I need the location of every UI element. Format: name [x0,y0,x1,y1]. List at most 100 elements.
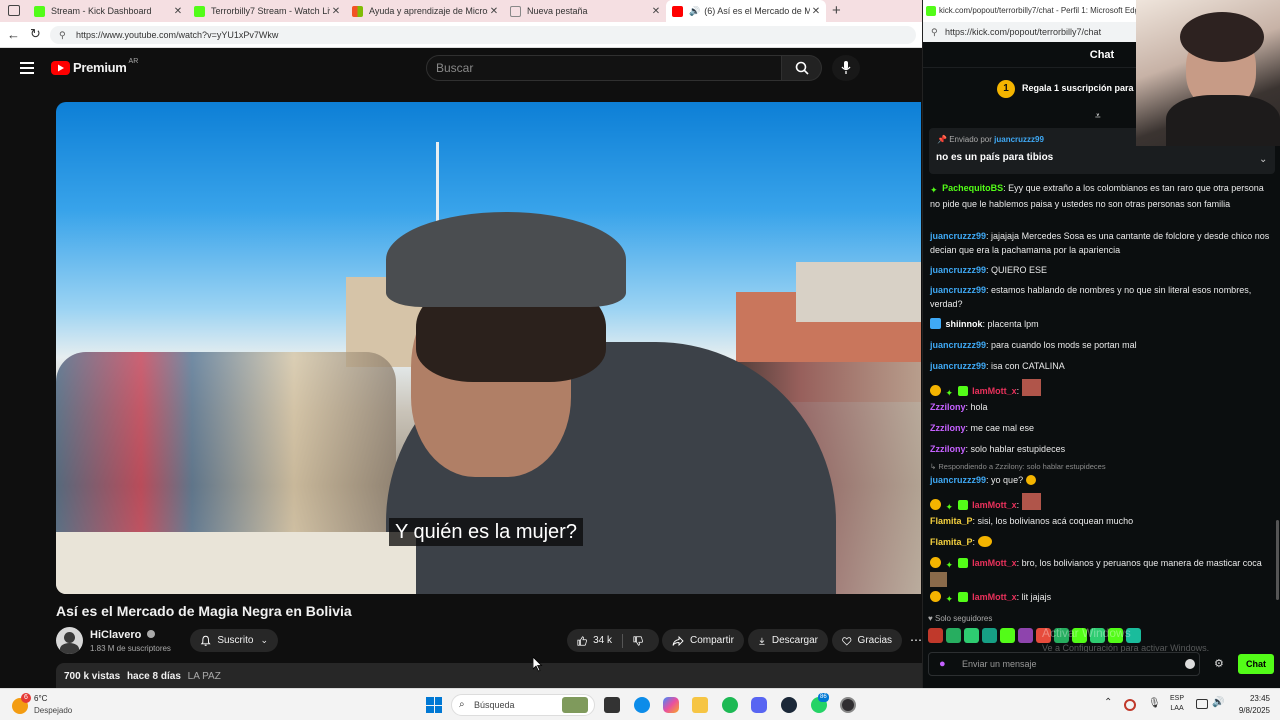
chat-message[interactable]: Zzzilony: hola [930,400,1270,414]
display-icon[interactable] [1196,699,1208,709]
chat-message[interactable]: juancruzzz99: estamos hablando de nombre… [930,283,1270,311]
location-tag[interactable]: LA PAZ [188,671,221,682]
emote-button[interactable] [1018,628,1033,643]
share-button[interactable]: Compartir [662,629,744,652]
thanks-button[interactable]: Gracias [832,629,902,652]
chat-username[interactable]: Flamita_P [930,516,973,526]
search-button[interactable] [782,55,822,81]
tab-new-tab[interactable]: Nueva pestaña ✕ [504,0,666,22]
thumbs-down-icon[interactable] [633,635,643,647]
tab-actions-icon[interactable] [8,5,20,16]
menu-icon[interactable] [20,62,34,74]
chat-username[interactable]: IamMott_x [972,592,1017,602]
chevron-down-icon[interactable]: ⌄ [1259,154,1267,165]
emote-button[interactable] [946,628,961,643]
url-field[interactable]: ⚲ https://www.youtube.com/watch?v=yYU1xP… [50,26,916,44]
download-button[interactable]: Descargar [748,629,828,652]
chat-username[interactable]: shiinnok [946,319,983,329]
tab-terrorbilly-stream[interactable]: Terrorbilly7 Stream - Watch Live o ✕ [188,0,346,22]
taskbar-search[interactable]: ⌕ Búsqueda [451,694,595,716]
tab-youtube-video[interactable]: 🔊 (6) Así es el Mercado de Mag ✕ [666,0,826,22]
discord-icon[interactable] [751,697,767,713]
emote-button[interactable] [928,628,943,643]
chat-message[interactable]: shiinnok: placenta lpm [930,317,1270,331]
audio-playing-icon[interactable]: 🔊 [689,6,700,17]
chat-username[interactable]: Zzzilony [930,423,966,433]
chat-message[interactable]: ✦ IamMott_x: lit jajajs [930,590,1270,606]
chat-message[interactable]: ✦ IamMott_x: bro, los bolivianos y perua… [930,556,1270,589]
clock-date[interactable]: 9/8/2025 [1226,706,1270,715]
close-icon[interactable]: ✕ [810,6,822,17]
more-actions-icon[interactable]: ⋯ [910,633,922,647]
chat-message[interactable]: Zzzilony: me cae mal ese [930,421,1270,435]
channel-name[interactable]: HiClavero [90,629,156,641]
scroll-down-icon[interactable]: ⩡ [1095,111,1101,122]
chat-username[interactable]: juancruzzz99 [930,475,986,485]
chat-message[interactable]: juancruzzz99: yo que? [930,473,1270,487]
chat-settings-icon[interactable]: ⚙ [1214,657,1224,670]
chat-send-button[interactable]: Chat [1238,654,1274,674]
like-button[interactable]: 34 k [567,629,659,652]
new-tab-button[interactable]: + [832,2,841,19]
chat-username[interactable]: Zzzilony [930,402,966,412]
chat-message[interactable]: juancruzzz99: QUIERO ESE [930,263,1270,277]
windows-start-icon[interactable] [426,697,442,713]
chat-message[interactable]: Zzzilony: solo hablar estupideces [930,442,1270,456]
obs-icon[interactable] [840,697,856,713]
chat-username[interactable]: Zzzilony [930,444,966,454]
chat-username[interactable]: PachequitoBS [942,183,1003,193]
edge-icon[interactable] [634,697,650,713]
tab-kick-dashboard[interactable]: Stream - Kick Dashboard ✕ [28,0,188,22]
close-icon[interactable]: ✕ [650,6,662,17]
task-view-icon[interactable] [604,697,620,713]
chat-message[interactable]: juancruzzz99: isa con CATALINA [930,359,1270,373]
tab-microsoft-help[interactable]: Ayuda y aprendizaje de Microsoft ✕ [346,0,504,22]
chat-scrollbar[interactable] [1276,520,1279,600]
voice-search-button[interactable] [832,55,860,81]
site-info-icon[interactable]: ⚲ [931,22,938,42]
microphone-icon[interactable]: ● [939,653,946,675]
chat-message-input[interactable]: ● Enviar un mensaje [928,652,1200,676]
chat-message[interactable]: Flamita_P: sisi, los bolivianos acá coqu… [930,514,1270,528]
emoji-icon[interactable] [1185,659,1195,669]
chat-username[interactable]: juancruzzz99 [930,265,986,275]
input-language[interactable]: ESP LAA [1170,694,1184,714]
emote-button[interactable] [982,628,997,643]
subscribed-button[interactable]: Suscrito ⌄ [190,629,278,652]
copilot-icon[interactable] [663,697,679,713]
chat-username[interactable]: IamMott_x [972,558,1017,568]
youtube-premium-logo[interactable]: Premium AR [51,58,138,75]
chat-username[interactable]: juancruzzz99 [930,231,986,241]
steam-icon[interactable] [781,697,797,713]
chat-username[interactable]: juancruzzz99 [930,285,986,295]
emote-button[interactable] [964,628,979,643]
close-icon[interactable]: ✕ [488,6,500,17]
file-explorer-icon[interactable] [692,697,708,713]
emote-button[interactable] [1000,628,1015,643]
speaker-icon[interactable]: 🔊 [1212,697,1224,708]
chevron-up-icon[interactable]: ⌃ [1104,697,1112,708]
chat-message[interactable]: ✦ PachequitoBS: Eyy que extraño a los co… [930,181,1270,211]
microphone-icon[interactable]: 🎙 [1148,698,1161,709]
site-info-icon[interactable]: ⚲ [59,26,66,44]
chat-message[interactable]: juancruzzz99: para cuando los mods se po… [930,338,1270,352]
channel-avatar[interactable] [56,627,83,654]
chat-message[interactable]: juancruzzz99: jajajaja Mercedes Sosa es … [930,229,1270,257]
chat-username[interactable]: IamMott_x [972,386,1017,396]
back-icon[interactable]: ← [7,27,20,42]
search-input[interactable]: Buscar [426,55,782,81]
app-tray-icon[interactable] [1124,699,1136,711]
chat-message[interactable]: ✦ IamMott_x: [930,493,1270,514]
chat-username[interactable]: Flamita_P [930,537,973,547]
chat-username[interactable]: juancruzzz99 [930,361,986,371]
refresh-icon[interactable]: ↻ [30,26,41,42]
close-icon[interactable]: ✕ [172,6,184,17]
clock-time[interactable]: 23:45 [1236,694,1270,703]
video-description[interactable]: 700 k vistas hace 8 días LA PAZ [56,663,922,688]
spotify-icon[interactable] [722,697,738,713]
close-icon[interactable]: ✕ [330,6,342,17]
chat-username[interactable]: IamMott_x [972,500,1017,510]
chat-username[interactable]: juancruzzz99 [930,340,986,350]
chat-message[interactable]: ✦ IamMott_x: [930,379,1270,400]
chat-message[interactable]: Flamita_P: [930,535,1270,549]
